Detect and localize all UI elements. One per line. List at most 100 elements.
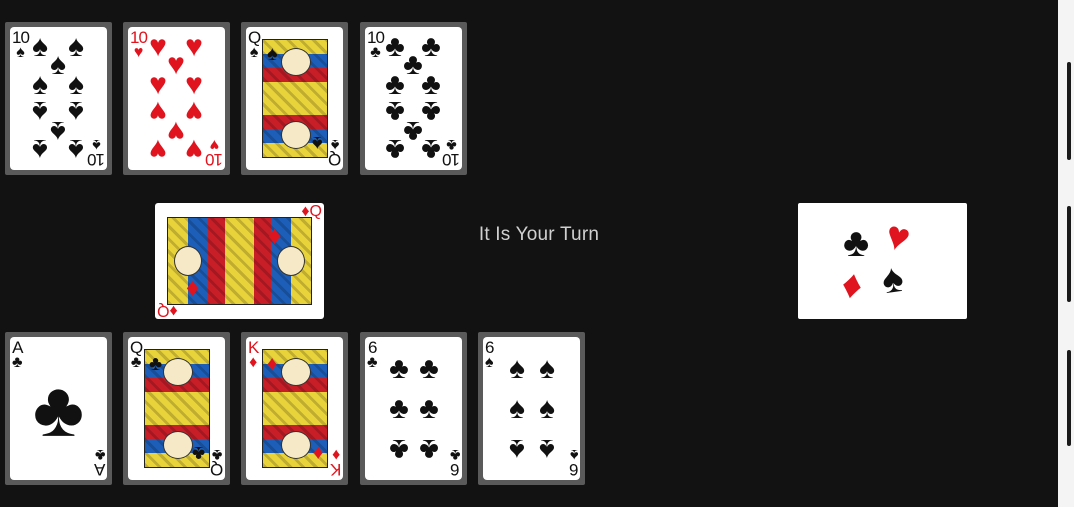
player-card[interactable]: A ♣ A ♣ ♣ <box>5 332 112 485</box>
spade-icon: ♠ <box>267 43 278 65</box>
spade-icon: ♠ <box>539 392 555 425</box>
king-artwork: ♦ ♦ <box>262 349 328 468</box>
card-index-bottom: Q ♠ <box>328 136 341 169</box>
card-index-bottom: 10 ♥ <box>206 136 223 169</box>
card-face[interactable]: A ♣ A ♣ ♣ <box>10 337 107 480</box>
heart-icon: ♥ <box>167 48 185 81</box>
club-icon: ♣ <box>419 433 439 466</box>
spade-icon: ♠ <box>539 433 555 466</box>
club-icon: ♣ <box>12 354 23 371</box>
club-icon: ♣ <box>421 95 441 128</box>
king-portrait-icon <box>281 358 311 386</box>
queen-portrait-icon <box>163 431 193 459</box>
queen-portrait-icon <box>277 246 305 276</box>
heart-icon: ♥ <box>149 30 167 63</box>
card-index-top: Q ♣ <box>130 338 143 371</box>
diamond-icon: ♦ <box>249 354 258 371</box>
card-face[interactable]: K ♦ K ♦ ♦ ♦ <box>246 337 343 480</box>
club-icon: ♣ <box>370 44 381 61</box>
club-icon: ♣ <box>843 221 870 265</box>
card-index-top: K ♦ <box>248 338 259 371</box>
heart-icon: ♥ <box>880 212 916 262</box>
club-icon: ♣ <box>94 446 106 463</box>
queen-portrait-icon <box>281 121 311 149</box>
club-icon: ♣ <box>389 433 409 466</box>
club-icon: ♣ <box>32 364 85 453</box>
card-face: 10 ♠ 10 ♠ ♠ ♠ ♠ ♠ ♠ ♠ ♠ ♠ ♠ ♠ <box>10 27 107 170</box>
queen-portrait-icon <box>281 48 311 76</box>
spade-icon: ♠ <box>485 354 494 371</box>
spade-icon: ♠ <box>509 352 525 385</box>
card-face: 10 ♥ 10 ♥ ♥ ♥ ♥ ♥ ♥ ♥ ♥ ♥ ♥ ♥ <box>128 27 225 170</box>
draw-deck[interactable]: ♣ ♥ ♦ ♠ <box>798 203 967 319</box>
scrollbar-segment-top[interactable] <box>1067 62 1071 160</box>
spade-icon: ♠ <box>569 446 579 463</box>
player-card[interactable]: 6 ♠ 6 ♠ ♠ ♠ ♠ ♠ ♠ ♠ <box>478 332 585 485</box>
spade-icon: ♠ <box>32 30 48 63</box>
heart-icon: ♥ <box>185 133 203 166</box>
card-index-bottom: 10 ♠ <box>88 136 105 169</box>
club-icon: ♣ <box>419 392 439 425</box>
player-card[interactable]: K ♦ K ♦ ♦ ♦ <box>241 332 348 485</box>
card-index-top: 6 ♠ <box>485 338 494 371</box>
player-card[interactable]: 6 ♣ 6 ♣ ♣ ♣ ♣ ♣ ♣ ♣ <box>360 332 467 485</box>
diamond-icon: ♦ <box>838 261 867 309</box>
spade-icon: ♠ <box>879 255 907 303</box>
spade-icon: ♠ <box>68 95 84 128</box>
club-icon: ♣ <box>403 48 423 81</box>
opponent-card: 10 ♣ 10 ♣ ♣ ♣ ♣ ♣ ♣ ♣ ♣ ♣ ♣ ♣ <box>360 22 467 175</box>
queen-artwork: ♦ ♦ <box>167 217 312 305</box>
card-index-bottom: 10 ♣ <box>443 136 460 169</box>
card-face[interactable]: Q ♣ Q ♣ ♣ ♣ <box>128 337 225 480</box>
diamond-icon: ♦ <box>268 220 282 250</box>
spade-icon: ♠ <box>330 136 340 153</box>
opponent-card: 10 ♠ 10 ♠ ♠ ♠ ♠ ♠ ♠ ♠ ♠ ♠ ♠ ♠ <box>5 22 112 175</box>
scrollbar-segment-bottom[interactable] <box>1067 350 1071 446</box>
spade-icon: ♠ <box>50 48 66 81</box>
card-index-bottom: K ♦ <box>330 446 341 479</box>
card-index-top: 10 ♥ <box>130 28 148 61</box>
diamond-icon: ♦ <box>331 446 340 463</box>
turn-status: It Is Your Turn <box>478 224 600 245</box>
scrollbar-segment-middle[interactable] <box>1067 206 1071 302</box>
spade-icon: ♠ <box>509 433 525 466</box>
club-icon: ♣ <box>191 442 205 464</box>
club-icon: ♣ <box>385 95 405 128</box>
card-index-top: Q ♠ <box>248 28 261 61</box>
spade-icon: ♠ <box>312 132 323 154</box>
club-icon: ♣ <box>211 446 223 463</box>
club-icon: ♣ <box>385 133 405 166</box>
card-index-top: A ♣ <box>12 338 23 371</box>
opponent-card: Q ♠ Q ♠ ♠ ♠ <box>241 22 348 175</box>
heart-icon: ♥ <box>149 95 167 128</box>
heart-icon: ♥ <box>185 95 203 128</box>
card-index-top: 10 ♣ <box>367 28 385 61</box>
card-index-bottom: Q ♣ <box>210 446 223 479</box>
card-index-bottom: 6 ♠ <box>569 446 579 479</box>
heart-icon: ♥ <box>149 133 167 166</box>
spade-icon: ♠ <box>68 30 84 63</box>
club-icon: ♣ <box>403 115 423 148</box>
spade-icon: ♠ <box>32 133 48 166</box>
club-icon: ♣ <box>389 392 409 425</box>
card-face: Q ♠ Q ♠ ♠ ♠ <box>246 27 343 170</box>
queen-artwork: ♠ ♠ <box>262 39 328 158</box>
player-card[interactable]: Q ♣ Q ♣ ♣ ♣ <box>123 332 230 485</box>
card-index-bottom: A ♣ <box>94 446 106 479</box>
played-card: ♦Q ♦Q ♦ ♦ <box>155 203 324 319</box>
spade-icon: ♠ <box>32 95 48 128</box>
heart-icon: ♥ <box>185 30 203 63</box>
king-portrait-icon <box>281 431 311 459</box>
diamond-icon: ♦ <box>186 272 200 302</box>
card-face[interactable]: 6 ♠ 6 ♠ ♠ ♠ ♠ ♠ ♠ ♠ <box>483 337 580 480</box>
card-face[interactable]: 6 ♣ 6 ♣ ♣ ♣ ♣ ♣ ♣ ♣ <box>365 337 462 480</box>
spade-icon: ♠ <box>50 115 66 148</box>
card-index-top: 6 ♣ <box>367 338 378 371</box>
club-icon: ♣ <box>367 354 378 371</box>
club-icon: ♣ <box>130 354 142 371</box>
club-icon: ♣ <box>419 352 439 385</box>
spade-icon: ♠ <box>509 392 525 425</box>
club-icon: ♣ <box>449 446 461 463</box>
club-icon: ♣ <box>421 30 441 63</box>
opponent-card: 10 ♥ 10 ♥ ♥ ♥ ♥ ♥ ♥ ♥ ♥ ♥ ♥ ♥ <box>123 22 230 175</box>
